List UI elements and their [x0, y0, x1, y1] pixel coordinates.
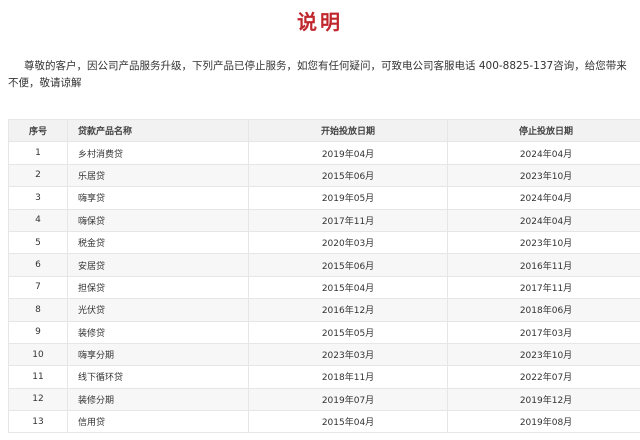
- cell-start-date: 2019年04月: [248, 141, 448, 165]
- table-row: 6 安居贷 2015年06月 2016年11月: [8, 253, 640, 277]
- cell-end-date: 2024年04月: [447, 186, 640, 210]
- cell-start-date: 2019年07月: [248, 387, 448, 412]
- cell-start-date: 2015年04月: [248, 275, 448, 300]
- cell-start-date: 2017年11月: [248, 208, 448, 232]
- table-row: 5 税金贷 2020年03月 2023年10月: [8, 230, 640, 255]
- cell-end-date: 2024年04月: [447, 208, 640, 232]
- table-row: 3 嗨享贷 2019年05月 2024年04月: [8, 186, 640, 210]
- table-row: 2 乐居贷 2015年06月 2023年10月: [8, 163, 640, 188]
- table-row: 8 光伏贷 2016年12月 2018年06月: [8, 298, 640, 322]
- cell-name: 信用贷: [67, 410, 249, 434]
- cell-end-date: 2019年12月: [447, 387, 640, 412]
- cell-no: 3: [8, 186, 68, 210]
- cell-start-date: 2015年05月: [248, 320, 448, 344]
- cell-start-date: 2015年06月: [248, 253, 448, 277]
- cell-name: 嗨享分期: [67, 342, 249, 367]
- cell-no: 2: [8, 163, 68, 188]
- cell-name: 线下循环贷: [67, 365, 249, 389]
- table-row: 10 嗨享分期 2023年03月 2023年10月: [8, 342, 640, 367]
- cell-end-date: 2017年11月: [447, 275, 640, 300]
- table-header-row: 序号 贷款产品名称 开始投放日期 停止投放日期: [8, 118, 640, 143]
- cell-no: 13: [8, 410, 68, 434]
- cell-no: 5: [8, 230, 68, 255]
- table-row: 11 线下循环贷 2018年11月 2022年07月: [8, 365, 640, 389]
- cell-start-date: 2020年03月: [248, 230, 448, 255]
- cell-name: 税金贷: [67, 230, 249, 255]
- cell-name: 装修分期: [67, 387, 249, 412]
- cell-end-date: 2017年03月: [447, 320, 640, 344]
- table-row: 4 嗨保贷 2017年11月 2024年04月: [8, 208, 640, 232]
- cell-no: 9: [8, 320, 68, 344]
- cell-name: 光伏贷: [67, 298, 249, 322]
- table-row: 12 装修分期 2019年07月 2019年12月: [8, 387, 640, 412]
- cell-end-date: 2022年07月: [447, 365, 640, 389]
- cell-start-date: 2019年05月: [248, 186, 448, 210]
- cell-no: 1: [8, 141, 68, 165]
- cell-name: 嗨保贷: [67, 208, 249, 232]
- cell-no: 11: [8, 365, 68, 389]
- cell-start-date: 2018年11月: [248, 365, 448, 389]
- cell-start-date: 2015年06月: [248, 163, 448, 188]
- discontinued-products-table: 序号 贷款产品名称 开始投放日期 停止投放日期 1 乡村消费贷 2019年04月…: [8, 118, 640, 434]
- table-row: 7 担保贷 2015年04月 2017年11月: [8, 275, 640, 300]
- cell-end-date: 2024年04月: [447, 141, 640, 165]
- cell-name: 担保贷: [67, 275, 249, 300]
- cell-start-date: 2016年12月: [248, 298, 448, 322]
- cell-no: 7: [8, 275, 68, 300]
- cell-no: 10: [8, 342, 68, 367]
- column-header-end-date: 停止投放日期: [447, 118, 640, 143]
- cell-end-date: 2023年10月: [447, 163, 640, 188]
- page: 说明 尊敬的客户，因公司产品服务升级，下列产品已停止服务，如您有任何疑问，可致电…: [0, 0, 640, 440]
- cell-no: 12: [8, 387, 68, 412]
- cell-start-date: 2015年04月: [248, 410, 448, 434]
- cell-end-date: 2018年06月: [447, 298, 640, 322]
- cell-no: 8: [8, 298, 68, 322]
- page-title: 说明: [297, 10, 343, 34]
- cell-name: 装修贷: [67, 320, 249, 344]
- cell-name: 安居贷: [67, 253, 249, 277]
- cell-no: 6: [8, 253, 68, 277]
- table-row: 1 乡村消费贷 2019年04月 2024年04月: [8, 141, 640, 165]
- cell-name: 乡村消费贷: [67, 141, 249, 165]
- column-header-no: 序号: [8, 118, 68, 143]
- cell-end-date: 2016年11月: [447, 253, 640, 277]
- column-header-start-date: 开始投放日期: [248, 118, 448, 143]
- column-header-name: 贷款产品名称: [67, 118, 249, 143]
- notice-text: 尊敬的客户，因公司产品服务升级，下列产品已停止服务，如您有任何疑问，可致电公司客…: [8, 60, 627, 89]
- cell-end-date: 2023年10月: [447, 230, 640, 255]
- cell-name: 嗨享贷: [67, 186, 249, 210]
- table-row: 9 装修贷 2015年05月 2017年03月: [8, 320, 640, 344]
- cell-start-date: 2023年03月: [248, 342, 448, 367]
- cell-end-date: 2023年10月: [447, 342, 640, 367]
- cell-end-date: 2019年08月: [447, 410, 640, 434]
- cell-no: 4: [8, 208, 68, 232]
- table-row: 13 信用贷 2015年04月 2019年08月: [8, 410, 640, 434]
- cell-name: 乐居贷: [67, 163, 249, 188]
